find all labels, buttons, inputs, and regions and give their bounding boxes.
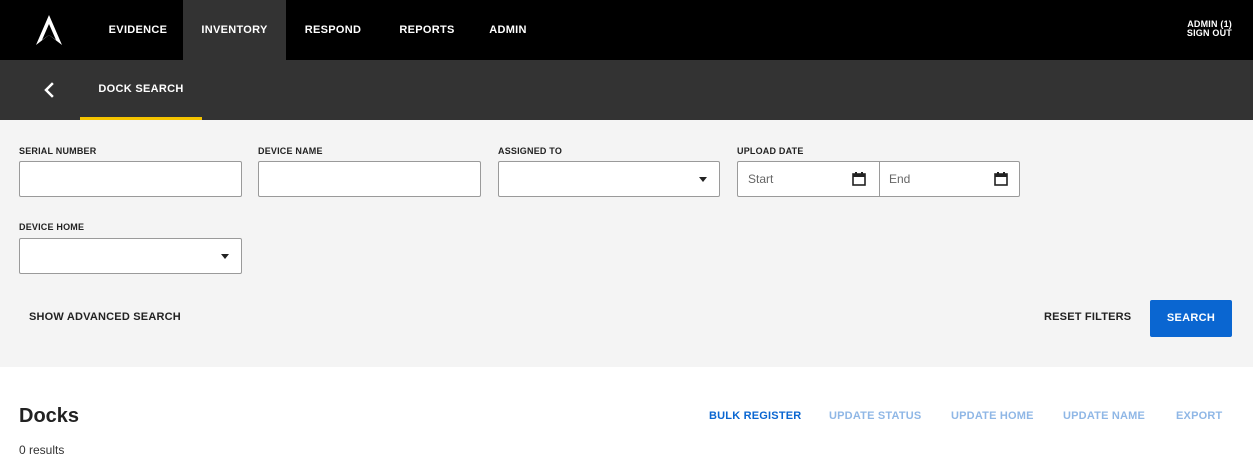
chevron-left-icon[interactable] (40, 80, 60, 100)
update-home-button[interactable]: UPDATE HOME (951, 410, 1034, 422)
reset-filters-button[interactable]: RESET FILTERS (1044, 311, 1131, 323)
device-name-input[interactable] (258, 161, 481, 197)
show-advanced-search-button[interactable]: SHOW ADVANCED SEARCH (29, 311, 181, 323)
bulk-register-button[interactable]: BULK REGISTER (709, 410, 801, 422)
search-button[interactable]: SEARCH (1150, 300, 1232, 337)
nav-reports[interactable]: REPORTS (386, 0, 468, 60)
update-name-button[interactable]: UPDATE NAME (1063, 410, 1145, 422)
top-nav-bar: EVIDENCE INVENTORY RESPOND REPORTS ADMIN… (0, 0, 1253, 60)
calendar-icon[interactable] (852, 172, 866, 186)
assigned-to-label: ASSIGNED TO (498, 146, 563, 156)
page-title: Docks (19, 405, 80, 427)
chevron-down-icon (221, 254, 229, 259)
nav-respond[interactable]: RESPOND (292, 0, 374, 60)
sub-nav-bar: DOCK SEARCH (0, 60, 1253, 120)
calendar-icon[interactable] (994, 172, 1008, 186)
result-count: 0 results (19, 443, 65, 457)
user-menu: ADMIN (1) SIGN OUT (1187, 20, 1232, 38)
nav-admin[interactable]: ADMIN (478, 0, 538, 60)
upload-date-label: UPLOAD DATE (737, 146, 804, 156)
device-home-label: DEVICE HOME (19, 222, 85, 232)
device-name-label: DEVICE NAME (258, 146, 323, 156)
assigned-to-select[interactable] (498, 161, 720, 197)
chevron-down-icon (699, 177, 707, 182)
filter-panel: SERIAL NUMBER DEVICE NAME ASSIGNED TO UP… (0, 120, 1253, 367)
upload-date-range: Start End (737, 161, 1020, 197)
export-button[interactable]: EXPORT (1176, 410, 1222, 422)
update-status-button[interactable]: UPDATE STATUS (829, 410, 921, 422)
nav-inventory[interactable]: INVENTORY (183, 0, 286, 60)
device-home-select[interactable] (19, 238, 242, 274)
date-divider (879, 162, 880, 196)
serial-number-label: SERIAL NUMBER (19, 146, 97, 156)
nav-evidence[interactable]: EVIDENCE (96, 0, 180, 60)
start-date-placeholder[interactable]: Start (748, 162, 773, 196)
logo-icon[interactable] (36, 15, 62, 45)
serial-number-input[interactable] (19, 161, 242, 197)
tab-dock-search[interactable]: DOCK SEARCH (80, 60, 202, 120)
end-date-placeholder[interactable]: End (889, 162, 910, 196)
sign-out-link[interactable]: SIGN OUT (1187, 29, 1232, 38)
